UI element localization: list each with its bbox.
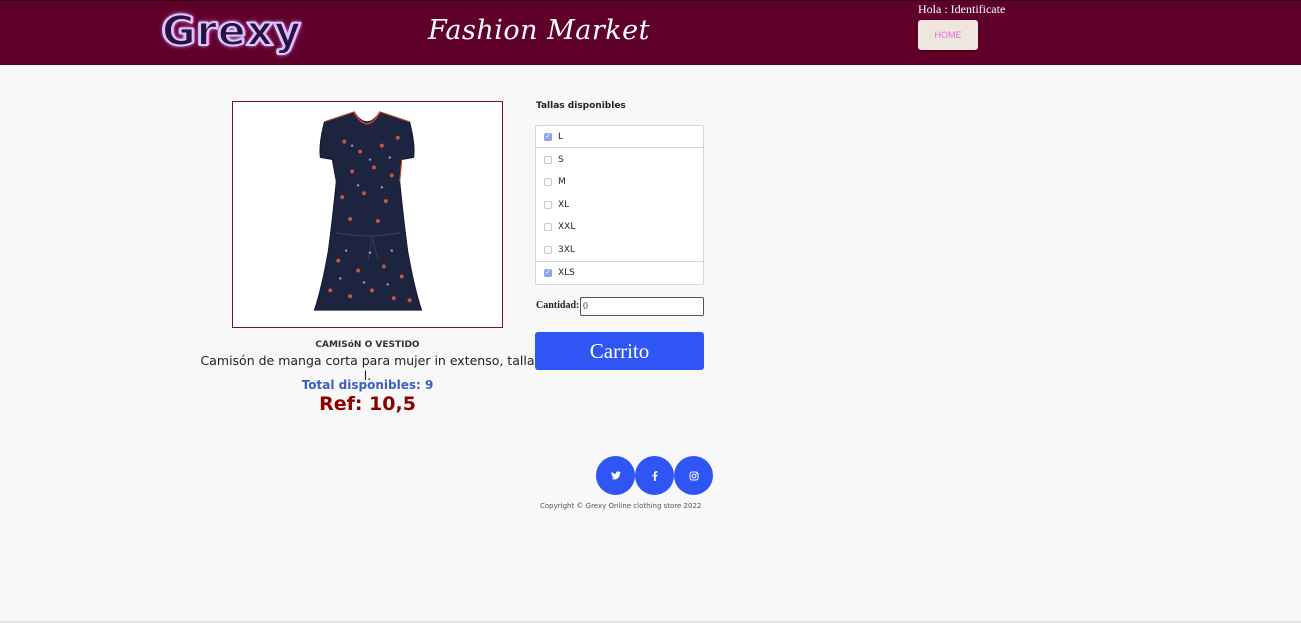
size-option-xls[interactable]: ✓ XLS bbox=[536, 261, 703, 283]
size-label: M bbox=[558, 177, 566, 187]
size-label: L bbox=[558, 131, 564, 142]
twitter-icon bbox=[610, 471, 621, 480]
sizes-list: ✓ L S M XL XXL 3XL ✓ XLS bbox=[535, 125, 704, 285]
product-image-frame bbox=[232, 101, 503, 328]
size-option-l[interactable]: ✓ L bbox=[536, 126, 703, 148]
product-category: CAMISóN O VESTIDO bbox=[315, 340, 420, 350]
size-option-s[interactable]: S bbox=[536, 149, 703, 171]
checkbox-icon[interactable] bbox=[544, 201, 552, 209]
size-label: 3XL bbox=[558, 245, 575, 255]
quantity-label: Cantidad: bbox=[536, 300, 580, 311]
size-option-3xl[interactable]: 3XL bbox=[536, 239, 703, 261]
size-label: XLS bbox=[558, 267, 575, 278]
checkbox-checked-icon[interactable]: ✓ bbox=[544, 132, 552, 141]
greeting-text[interactable]: Hola : Identificate bbox=[918, 2, 1005, 17]
size-option-xxl[interactable]: XXL bbox=[536, 216, 703, 238]
instagram-icon bbox=[689, 471, 698, 480]
size-label: XXL bbox=[558, 222, 576, 232]
quantity-input[interactable] bbox=[580, 297, 704, 316]
logo[interactable]: Grexy bbox=[161, 6, 302, 56]
product-price: Ref: 10,5 bbox=[319, 393, 416, 415]
size-option-m[interactable]: M bbox=[536, 171, 703, 193]
checkbox-icon[interactable] bbox=[544, 178, 552, 186]
add-to-cart-button[interactable]: Carrito bbox=[535, 332, 704, 370]
copyright-text: Copyright © Grexy Online clothing store … bbox=[540, 502, 702, 510]
checkbox-icon[interactable] bbox=[544, 246, 552, 254]
size-option-xl[interactable]: XL bbox=[536, 194, 703, 216]
facebook-button[interactable] bbox=[635, 456, 674, 495]
sizes-title: Tallas disponibles bbox=[536, 101, 626, 111]
checkbox-icon[interactable] bbox=[544, 156, 552, 164]
top-navbar: Grexy Fashion Market Hola : Identificate… bbox=[0, 0, 1301, 65]
home-button[interactable]: HOME bbox=[918, 20, 978, 50]
checkbox-checked-icon[interactable]: ✓ bbox=[544, 268, 552, 277]
size-label: S bbox=[558, 155, 564, 165]
brand-title: Fashion Market bbox=[428, 15, 650, 46]
instagram-button[interactable] bbox=[674, 456, 713, 495]
facebook-icon bbox=[652, 470, 657, 481]
product-image bbox=[233, 102, 502, 327]
checkbox-icon[interactable] bbox=[544, 223, 552, 231]
twitter-button[interactable] bbox=[596, 456, 635, 495]
size-label: XL bbox=[558, 200, 570, 210]
product-stock: Total disponibles: 9 bbox=[301, 378, 434, 392]
